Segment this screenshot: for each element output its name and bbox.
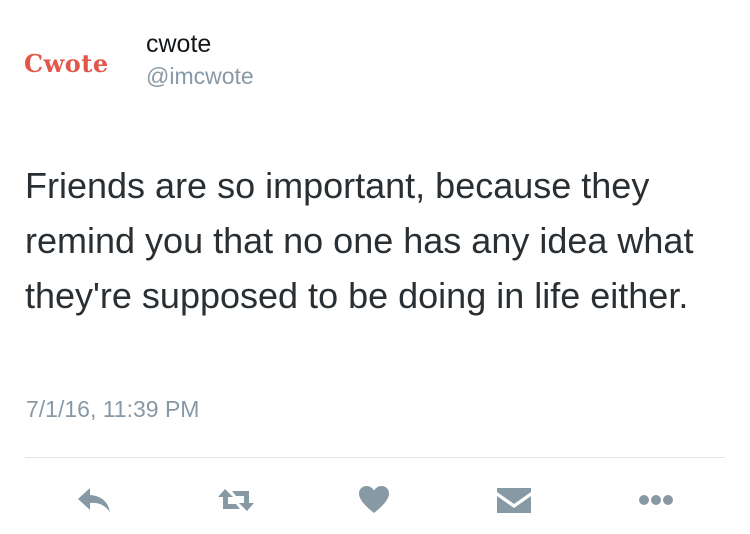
reply-icon <box>76 485 112 515</box>
user-info[interactable]: cwote @imcwote <box>146 28 254 92</box>
divider <box>25 457 725 458</box>
avatar[interactable]: Cwote <box>24 44 130 82</box>
tweet-card: Cwote cwote @imcwote Friends are so impo… <box>0 0 750 534</box>
action-bar <box>0 478 750 522</box>
user-handle[interactable]: @imcwote <box>146 60 254 92</box>
more-button[interactable] <box>634 478 678 522</box>
avatar-logo: Cwote <box>24 48 109 78</box>
reply-button[interactable] <box>72 478 116 522</box>
display-name[interactable]: cwote <box>146 28 254 60</box>
tweet-timestamp[interactable]: 7/1/16, 11:39 PM <box>26 396 199 423</box>
retweet-icon <box>216 485 256 515</box>
retweet-button[interactable] <box>214 478 258 522</box>
like-button[interactable] <box>352 478 396 522</box>
envelope-icon <box>495 484 533 516</box>
heart-icon <box>358 485 390 515</box>
tweet-text: Friends are so important, because they r… <box>25 165 694 316</box>
direct-message-button[interactable] <box>492 478 536 522</box>
more-dots-icon <box>638 494 674 506</box>
